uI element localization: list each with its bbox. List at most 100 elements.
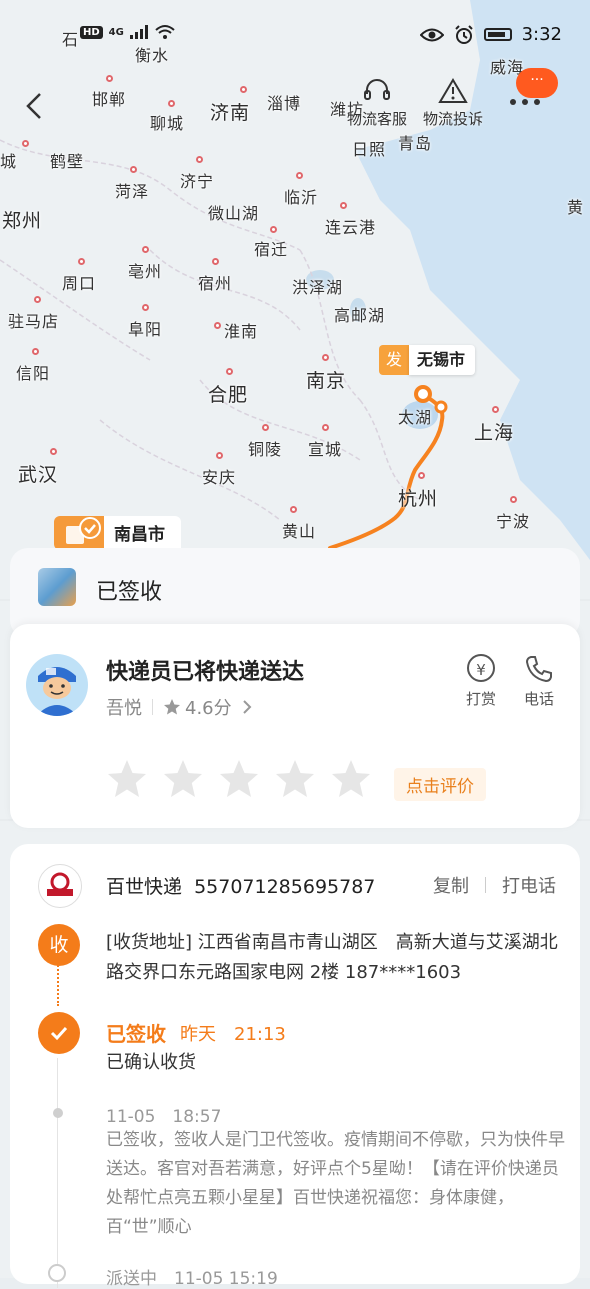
- rate-button[interactable]: 点击评价: [394, 768, 486, 801]
- city-dot: [226, 368, 233, 375]
- map-city-label: 亳州: [128, 262, 163, 281]
- map-city-label: 淮南: [224, 322, 259, 341]
- alarm-icon: [454, 24, 473, 44]
- wifi-icon: [155, 25, 175, 39]
- map-city-label: 南京: [306, 370, 347, 392]
- map-city-label: 太湖: [398, 408, 433, 427]
- chevron-right-icon: [242, 700, 252, 714]
- map-city-label: 黄: [567, 198, 585, 217]
- city-dot: [106, 75, 113, 82]
- map-city-label: 杭州: [398, 488, 439, 510]
- map-city-label: 微山湖: [208, 204, 260, 223]
- star-icon[interactable]: [218, 758, 260, 800]
- city-dot: [510, 496, 517, 503]
- city-dot: [78, 258, 85, 265]
- map-city-label: 聊城: [150, 114, 185, 133]
- city-dot: [212, 258, 219, 265]
- star-icon[interactable]: [274, 758, 316, 800]
- origin-city-label: 无锡市: [409, 345, 476, 375]
- back-button[interactable]: [22, 92, 50, 120]
- event-time: 11-05 18:57: [106, 1107, 222, 1127]
- map-city-label: 淄博: [267, 94, 302, 113]
- map-city-label: 安庆: [202, 468, 237, 487]
- map-city-label: 宿迁: [254, 240, 289, 259]
- map-city-label: 宣城: [308, 440, 343, 459]
- city-dot: [492, 406, 499, 413]
- city-dot: [142, 246, 149, 253]
- map-city-label: 邯郸: [92, 90, 127, 109]
- city-dot: [290, 506, 297, 513]
- call-label: 电话: [523, 690, 554, 708]
- map-city-label: 宁波: [496, 512, 531, 531]
- logistics-complaint-button[interactable]: 物流投诉: [408, 78, 498, 129]
- address-badge: 收: [38, 924, 80, 966]
- city-dot: [214, 322, 221, 329]
- company-tracking: 百世快递 557071285695787: [106, 872, 375, 899]
- map-city-label: 周口: [62, 274, 97, 293]
- warning-icon: [438, 78, 468, 103]
- star-icon[interactable]: [162, 758, 204, 800]
- city-dot: [262, 424, 269, 431]
- network-label: 4G: [108, 26, 124, 38]
- courier-avatar: [26, 654, 88, 716]
- headset-icon: [364, 79, 390, 100]
- courier-name: 吾悦: [106, 698, 142, 719]
- signed-status-title: 已签收: [96, 580, 163, 605]
- courier-info[interactable]: 吾悦 4.6分: [106, 694, 252, 720]
- next-event: 派送中 11-05 15:19: [106, 1269, 278, 1289]
- map-city-label: 驻马店: [8, 312, 60, 331]
- star-icon[interactable]: [330, 758, 372, 800]
- signed-title: 已签收: [106, 1022, 166, 1046]
- map-city-label: 郑州: [2, 210, 43, 232]
- map-city-label: 合肥: [208, 384, 249, 406]
- city-dot: [340, 202, 347, 209]
- call-courier-button[interactable]: 电话: [514, 654, 564, 709]
- tip-label: 打赏: [465, 690, 496, 708]
- map-city-label: 武汉: [18, 464, 59, 486]
- courier-rating: 4.6分: [185, 698, 232, 719]
- signed-subtitle: 已确认收货: [106, 1052, 196, 1073]
- hd-badge: HD: [80, 25, 103, 39]
- city-dot: [22, 140, 29, 147]
- city-dot: [32, 348, 39, 355]
- message-bubble[interactable]: ···: [516, 68, 558, 98]
- signed-time: 昨天 21:13: [180, 1024, 286, 1045]
- timeline-dot: [48, 1264, 66, 1282]
- star-icon: [164, 699, 180, 715]
- timeline-line: [57, 1058, 58, 1288]
- battery-icon: [483, 28, 512, 41]
- timeline-connector: [57, 950, 59, 1006]
- call-company-button[interactable]: 打电话: [502, 872, 556, 898]
- city-dot: [50, 448, 57, 455]
- map-city-label: 铜陵: [248, 440, 283, 459]
- map-city-label: 阜阳: [128, 320, 163, 339]
- city-dot: [270, 226, 277, 233]
- city-dot: [142, 304, 149, 311]
- phone-icon: [525, 656, 552, 683]
- city-dot: [296, 172, 303, 179]
- star-icon[interactable]: [106, 758, 148, 800]
- signed-check-icon: [38, 1012, 80, 1054]
- map-city-label: 日照: [352, 140, 387, 159]
- city-dot: [216, 452, 223, 459]
- map-city-label: 鹤壁: [50, 152, 85, 171]
- chevron-left-icon: [26, 93, 41, 119]
- copy-button[interactable]: 复制: [433, 872, 469, 898]
- event-description: 已签收，签收人是门卫代签收。疫情期间不停歇，只为快件早送达。客官对吾若满意，好评…: [106, 1130, 565, 1237]
- map-city-label: 青岛: [398, 134, 433, 153]
- map-city-label: 黄山: [282, 522, 317, 541]
- yuan-icon: ¥: [467, 654, 495, 682]
- signal-icon: [129, 25, 148, 39]
- rating-stars[interactable]: [106, 758, 372, 800]
- map-city-label: 临沂: [284, 188, 319, 207]
- tip-button[interactable]: ¥ 打赏: [456, 654, 506, 709]
- map-city-label: 城: [0, 152, 18, 171]
- map-city-label: 连云港: [325, 218, 377, 237]
- city-dot: [322, 354, 329, 361]
- destination-city-label: 南昌市: [104, 516, 181, 550]
- map-city-label: 菏泽: [115, 182, 150, 201]
- map-city-label: 济南: [210, 102, 251, 124]
- company-name: 百世快递: [106, 876, 183, 898]
- city-dot: [196, 156, 203, 163]
- destination-marker[interactable]: 南昌市: [54, 516, 181, 550]
